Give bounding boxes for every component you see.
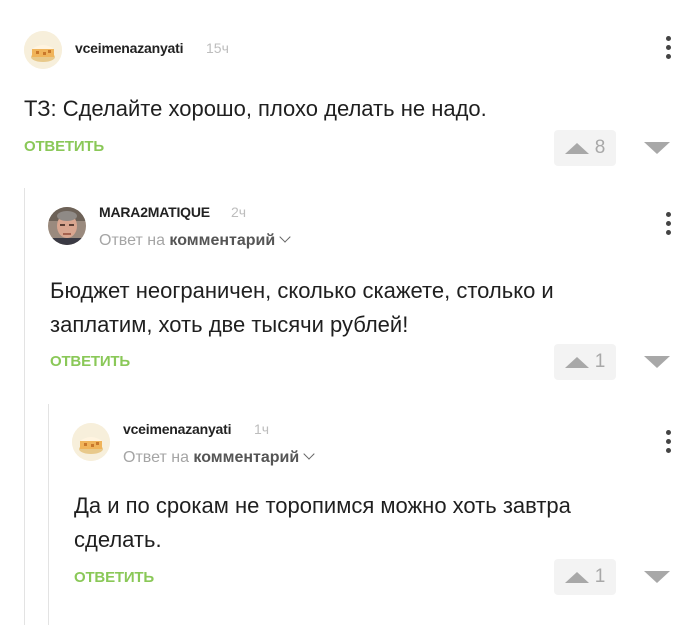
upvote-icon	[564, 142, 589, 154]
more-vertical-icon[interactable]	[665, 36, 671, 60]
vote-widget: 1	[554, 344, 674, 380]
downvote-button[interactable]	[640, 344, 674, 380]
man-photo-avatar-icon	[48, 207, 86, 245]
downvote-button[interactable]	[640, 130, 674, 166]
rating-count: 1	[594, 351, 606, 372]
comment-text: Да и по срокам не торопимся можно хоть з…	[74, 493, 571, 552]
downvote-icon	[644, 571, 670, 583]
cake-avatar-icon	[24, 31, 62, 69]
upvote-icon	[564, 356, 589, 368]
downvote-button[interactable]	[640, 559, 674, 595]
avatar[interactable]	[24, 31, 62, 69]
downvote-icon	[644, 356, 670, 368]
thread-line-level-1	[24, 188, 25, 625]
username[interactable]: vceimenazanyati	[75, 40, 183, 56]
timestamp: 1ч	[254, 421, 270, 437]
reply-to-target: комментарий	[169, 232, 276, 249]
more-vertical-icon[interactable]	[665, 430, 671, 454]
avatar[interactable]	[72, 423, 110, 461]
reply-button[interactable]: ОТВЕТИТЬ	[50, 353, 130, 370]
comment-text: ТЗ: Сделайте хорошо, плохо делать не над…	[24, 96, 487, 121]
more-vertical-icon[interactable]	[665, 212, 671, 236]
thread-line-level-2	[48, 404, 49, 625]
reply-to-link[interactable]: Ответ на комментарий	[99, 231, 291, 250]
chevron-down-icon	[303, 448, 315, 460]
reply-to-target: комментарий	[193, 449, 300, 466]
reply-to-prefix: Ответ на	[99, 232, 165, 249]
reply-button[interactable]: ОТВЕТИТЬ	[74, 569, 154, 586]
upvote-icon	[564, 571, 589, 583]
rating-count: 8	[594, 137, 606, 158]
reply-to-link[interactable]: Ответ на комментарий	[123, 448, 315, 467]
upvote-button[interactable]: 1	[554, 344, 616, 380]
upvote-button[interactable]: 1	[554, 559, 616, 595]
vote-widget: 1	[554, 559, 674, 595]
vote-widget: 8	[554, 130, 674, 166]
upvote-button[interactable]: 8	[554, 130, 616, 166]
username[interactable]: MARA2MATIQUE	[99, 204, 210, 220]
avatar[interactable]	[48, 207, 86, 245]
reply-to-prefix: Ответ на	[123, 449, 189, 466]
username[interactable]: vceimenazanyati	[123, 421, 231, 437]
reply-button[interactable]: ОТВЕТИТЬ	[24, 138, 104, 155]
rating-count: 1	[594, 566, 606, 587]
timestamp: 2ч	[231, 204, 247, 220]
chevron-down-icon	[279, 231, 291, 243]
timestamp: 15ч	[206, 40, 229, 56]
downvote-icon	[644, 142, 670, 154]
comment-text: Бюджет неограничен, сколько скажете, сто…	[50, 278, 554, 337]
cake-avatar-icon	[72, 423, 110, 461]
